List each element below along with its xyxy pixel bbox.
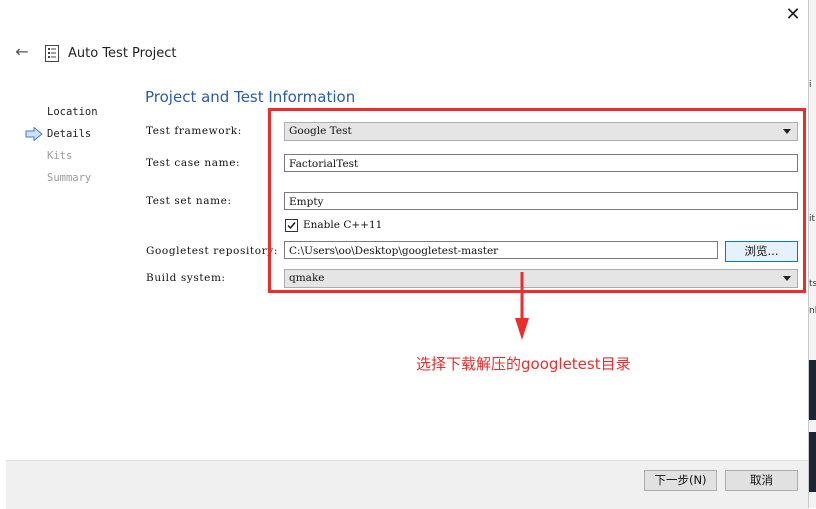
step-summary: Summary: [25, 170, 98, 192]
wizard-doc-icon: [45, 45, 59, 62]
step-details: Details: [25, 126, 98, 148]
background-text: it: [809, 214, 816, 224]
annotation-arrow-icon: [515, 272, 529, 340]
test-set-label: Test set name:: [146, 195, 232, 207]
current-step-arrow-icon: [25, 127, 43, 141]
test-framework-label: Test framework:: [146, 125, 242, 137]
dialog-footer: 下一步(N) 取消: [6, 460, 808, 509]
step-kits: Kits: [25, 148, 98, 170]
close-icon[interactable]: ✕: [782, 4, 804, 26]
background-text: ts: [809, 279, 816, 289]
wizard-dialog: ✕ ← Auto Test Project Location Details K…: [0, 0, 809, 509]
googletest-repo-label: Googletest repository:: [146, 245, 278, 257]
next-button[interactable]: 下一步(N): [644, 470, 717, 491]
cancel-button[interactable]: 取消: [725, 470, 798, 491]
step-label: Location: [47, 106, 98, 118]
back-arrow-icon[interactable]: ←: [12, 42, 32, 62]
background-window-strip: i it ts nl: [809, 0, 816, 508]
wizard-title: Auto Test Project: [68, 46, 177, 61]
step-label: Kits: [47, 150, 73, 162]
step-location: Location: [25, 104, 98, 126]
wizard-steps: Location Details Kits Summary: [25, 104, 98, 192]
annotation-text: 选择下载解压的googletest目录: [416, 355, 631, 373]
page-title: Project and Test Information: [145, 88, 356, 106]
step-label: Summary: [47, 172, 92, 184]
background-thumbnail: [809, 360, 816, 420]
background-text: i: [809, 80, 812, 90]
step-label: Details: [47, 128, 92, 140]
background-text: nl: [809, 306, 816, 316]
background-thumbnail: [809, 432, 816, 492]
annotation-highlight-box: [268, 108, 806, 293]
build-system-label: Build system:: [146, 272, 226, 284]
test-case-label: Test case name:: [146, 157, 241, 169]
